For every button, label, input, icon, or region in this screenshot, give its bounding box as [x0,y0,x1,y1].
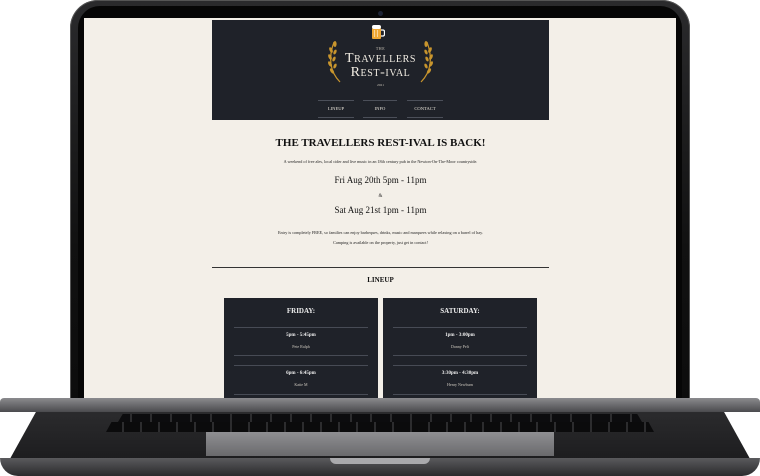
camping-text: Camping is available on the property, ju… [333,240,428,245]
intro-text: A weekend of free ales, local cider and … [283,159,478,164]
page-title: THE TRAVELLERS REST-IVAL IS BACK! [275,137,486,149]
nav-contact[interactable]: CONTACT [407,100,443,118]
divider [393,355,527,356]
lineup-heading: LINEUP [367,276,394,284]
date-ampersand: & [378,194,383,199]
divider [234,365,368,366]
logo-title-line2: Rest-ival [350,65,411,80]
section-divider [212,267,549,268]
slot-act: Danny Pelt [451,344,469,349]
slot-time: 1pm - 3:00pm [445,333,475,338]
laptop-hinge [0,398,760,412]
beer-mug-icon [372,25,385,39]
laptop-notch [330,458,430,464]
saturday-title: SATURDAY: [440,307,480,315]
date-saturday: Sat Aug 21st 1pm - 11pm [334,205,427,215]
slot-act: Katie M [294,382,308,387]
screen: THE Travellers Rest-ival 2021 LINEUP INF… [84,18,676,400]
divider [234,394,368,395]
logo-year: 2021 [377,83,384,87]
divider [234,327,368,328]
nav-info[interactable]: INFO [363,100,397,118]
trackpad [206,432,554,456]
friday-card: FRIDAY: 5pm - 5:45pm Pete Ralph 6pm - 6:… [224,298,378,400]
slot-act: Henry Newburn [447,382,473,387]
saturday-card: SATURDAY: 1pm - 3:00pm Danny Pelt 3:30pm… [383,298,537,400]
divider [393,365,527,366]
nav-lineup[interactable]: LINEUP [318,100,354,118]
keyboard-row [106,422,654,432]
slot-act: Pete Ralph [292,344,310,349]
slot-time: 5pm - 5:45pm [286,333,316,338]
slot-time: 6pm - 6:45pm [286,371,316,376]
camera-icon [378,11,383,16]
divider [393,327,527,328]
entry-text: Entry is completely FREE, so families ca… [278,230,483,235]
date-friday: Fri Aug 20th 5pm - 11pm [334,175,427,185]
site-header: THE Travellers Rest-ival 2021 LINEUP INF… [212,20,549,120]
divider [393,394,527,395]
divider [234,355,368,356]
friday-title: FRIDAY: [286,307,316,315]
slot-time: 3:30pm - 4:30pm [441,371,479,376]
